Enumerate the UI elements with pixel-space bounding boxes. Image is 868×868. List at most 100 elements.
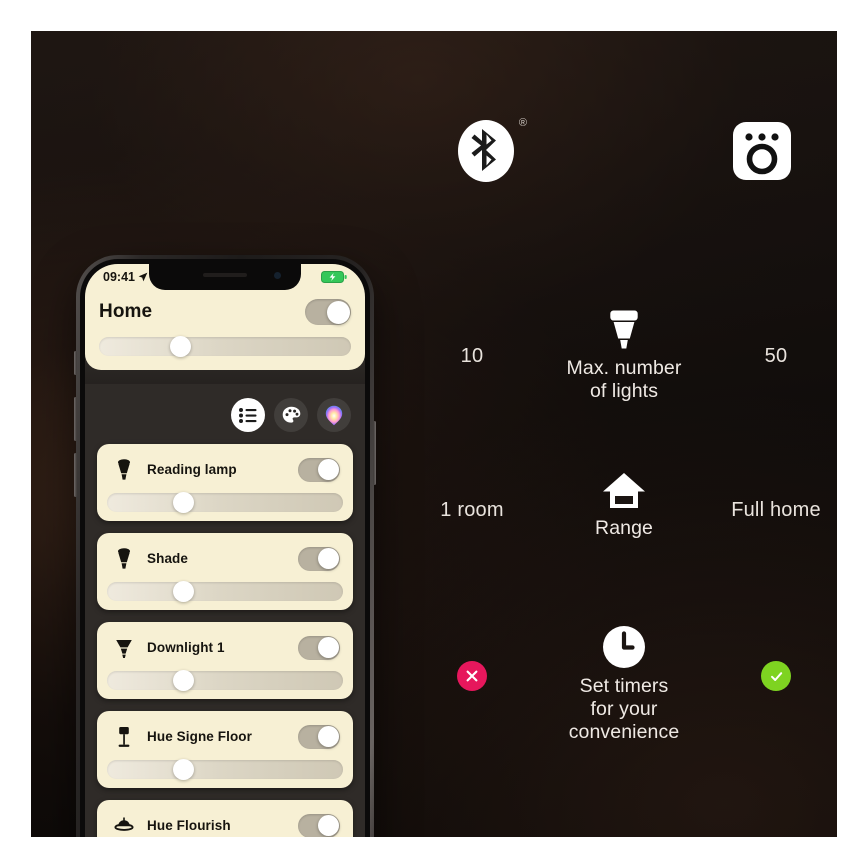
home-icon-wrap bbox=[540, 461, 708, 511]
floor-lamp-glyph bbox=[118, 726, 130, 747]
status-time: 09:41 bbox=[103, 270, 135, 284]
list-item[interactable]: Reading lamp bbox=[97, 444, 353, 521]
light-name: Reading lamp bbox=[147, 462, 237, 477]
downlight-icon bbox=[113, 637, 135, 659]
battery-charging-icon bbox=[321, 271, 347, 283]
spot-bulb-icon bbox=[113, 458, 135, 481]
master-toggle-knob bbox=[326, 300, 350, 324]
downlight-glyph bbox=[116, 639, 132, 658]
range-label: Range bbox=[595, 517, 653, 539]
spot-bulb-glyph bbox=[118, 547, 130, 569]
floor-lamp-icon bbox=[113, 726, 135, 748]
check-badge bbox=[761, 661, 791, 691]
timers-label-line3: convenience bbox=[568, 721, 680, 743]
status-time-group: 09:41 bbox=[103, 270, 148, 284]
max-lights-label-line1: Max. number bbox=[566, 357, 682, 379]
bluetooth-icon bbox=[458, 120, 514, 182]
light-name: Hue Signe Floor bbox=[147, 729, 253, 744]
volume-down-button[interactable] bbox=[74, 453, 77, 497]
clock-icon-wrap bbox=[540, 619, 708, 669]
registered-mark: ® bbox=[518, 117, 527, 129]
close-icon bbox=[466, 670, 478, 682]
max-lights-center: Max. number of lights bbox=[540, 301, 708, 403]
list-item[interactable]: Hue Flourish bbox=[97, 800, 353, 837]
master-brightness-knob[interactable] bbox=[169, 336, 191, 357]
range-center: Range bbox=[540, 461, 708, 540]
iphone-mockup: 09:41 Home Reading lamp Shade Downlight … bbox=[74, 255, 376, 837]
list-icon bbox=[239, 407, 257, 423]
light-toggle-knob bbox=[317, 726, 339, 747]
light-brightness-knob[interactable] bbox=[173, 670, 195, 691]
tab-lights[interactable] bbox=[231, 398, 265, 432]
max-lights-label: Max. number of lights bbox=[540, 357, 708, 403]
comparison-row-max-lights: 10 Max. number of lights 50 bbox=[411, 301, 837, 403]
light-toggle[interactable] bbox=[298, 546, 340, 571]
comparison-column: ® 10 Max. number of lights 50 1 room Ran… bbox=[411, 31, 837, 837]
light-toggle[interactable] bbox=[298, 813, 340, 837]
comparison-row-range: 1 room Range Full home bbox=[411, 461, 837, 540]
light-toggle[interactable] bbox=[298, 724, 340, 749]
tab-colors[interactable] bbox=[317, 398, 351, 432]
master-brightness-slider[interactable] bbox=[99, 336, 351, 357]
max-lights-bluetooth-value: 10 bbox=[460, 345, 484, 367]
spot-bulb-icon bbox=[113, 547, 135, 570]
light-row-header: Reading lamp bbox=[107, 453, 343, 483]
tab-scenes[interactable] bbox=[274, 398, 308, 432]
light-toggle[interactable] bbox=[298, 457, 340, 482]
home-title-row: Home bbox=[99, 299, 351, 325]
promo-canvas: ® 10 Max. number of lights 50 1 room Ran… bbox=[31, 31, 837, 837]
headline-icon-row: ® bbox=[411, 113, 837, 189]
pendant-lamp-icon bbox=[113, 817, 135, 835]
light-name: Downlight 1 bbox=[147, 640, 225, 655]
headline-slot-bluetooth: ® bbox=[411, 113, 561, 189]
light-row-header: Hue Flourish bbox=[107, 809, 343, 837]
range-bluetooth-value: 1 room bbox=[440, 499, 504, 521]
bluetooth-logo: ® bbox=[458, 113, 527, 189]
light-brightness-slider[interactable] bbox=[107, 670, 343, 691]
list-item[interactable]: Hue Signe Floor bbox=[97, 711, 353, 788]
bulb-icon bbox=[610, 310, 638, 349]
light-list: Reading lamp Shade Downlight 1 Hue Signe… bbox=[97, 444, 353, 837]
light-toggle-knob bbox=[317, 815, 339, 836]
color-drop-icon bbox=[325, 405, 343, 425]
timers-bridge-status bbox=[715, 619, 837, 691]
list-item[interactable]: Downlight 1 bbox=[97, 622, 353, 699]
light-row-header: Hue Signe Floor bbox=[107, 720, 343, 750]
volume-up-button[interactable] bbox=[74, 397, 77, 441]
light-brightness-knob[interactable] bbox=[173, 581, 195, 602]
light-brightness-knob[interactable] bbox=[173, 492, 195, 513]
timers-label-line1: Set timers bbox=[579, 675, 669, 697]
light-brightness-knob[interactable] bbox=[173, 759, 195, 780]
clock-icon bbox=[603, 626, 645, 668]
location-arrow-icon bbox=[138, 272, 148, 282]
light-name: Shade bbox=[147, 551, 189, 566]
light-toggle-knob bbox=[317, 637, 339, 658]
page-title: Home bbox=[99, 301, 153, 322]
status-bar: 09:41 bbox=[99, 264, 351, 290]
status-battery-group bbox=[321, 271, 347, 283]
spot-bulb-glyph bbox=[118, 458, 130, 480]
palette-icon bbox=[282, 406, 300, 423]
tab-strip bbox=[231, 398, 351, 432]
phone-screen: 09:41 Home Reading lamp Shade Downlight … bbox=[85, 264, 365, 837]
light-brightness-slider[interactable] bbox=[107, 759, 343, 780]
comparison-row-timers: Set timers for your convenience bbox=[411, 619, 837, 744]
light-brightness-slider[interactable] bbox=[107, 492, 343, 513]
timers-center: Set timers for your convenience bbox=[540, 619, 708, 744]
power-button[interactable] bbox=[373, 421, 376, 485]
check-icon bbox=[770, 671, 782, 681]
light-toggle-knob bbox=[317, 459, 339, 480]
light-toggle-knob bbox=[317, 548, 339, 569]
light-brightness-slider[interactable] bbox=[107, 581, 343, 602]
light-toggle[interactable] bbox=[298, 635, 340, 660]
timers-bluetooth-status bbox=[411, 619, 533, 691]
light-row-header: Downlight 1 bbox=[107, 631, 343, 661]
light-row-header: Shade bbox=[107, 542, 343, 572]
master-toggle[interactable] bbox=[305, 299, 351, 325]
pendant-lamp-glyph bbox=[114, 817, 134, 831]
hue-bridge-icon bbox=[733, 122, 791, 180]
headline-slot-bridge bbox=[687, 120, 837, 182]
mute-switch[interactable] bbox=[74, 351, 77, 375]
list-item[interactable]: Shade bbox=[97, 533, 353, 610]
timers-label: Set timers for your convenience bbox=[540, 675, 708, 744]
